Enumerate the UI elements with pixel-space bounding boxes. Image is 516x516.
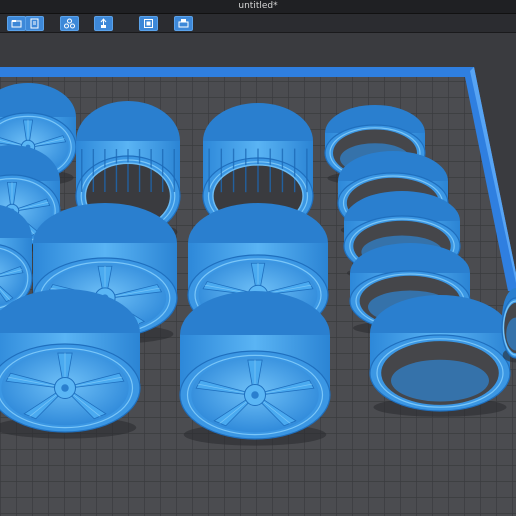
print-icon	[178, 19, 189, 28]
open-file-icon	[11, 20, 22, 28]
window-title: untitled*	[238, 1, 278, 11]
arrange-icon	[64, 18, 75, 29]
arrange-button[interactable]	[60, 16, 79, 31]
print-button[interactable]	[174, 16, 193, 31]
slice-button[interactable]	[139, 16, 158, 31]
toolbar	[0, 14, 516, 33]
model-rim-7[interactable]	[179, 291, 331, 446]
support-icon	[100, 18, 107, 28]
open-file-button[interactable]	[7, 16, 26, 31]
import-button[interactable]	[25, 16, 44, 31]
3d-viewport[interactable]	[0, 33, 516, 516]
title-bar: untitled*	[0, 0, 516, 14]
model-rim-6[interactable]	[0, 289, 141, 439]
model-barrel-5[interactable]	[369, 295, 511, 417]
scene-canvas[interactable]	[0, 33, 516, 516]
import-icon	[30, 18, 39, 29]
support-button[interactable]	[94, 16, 113, 31]
slice-icon	[144, 19, 153, 28]
